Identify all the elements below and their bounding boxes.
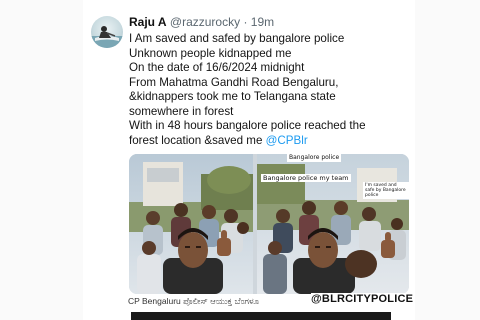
tweet-timestamp[interactable]: 19m	[251, 15, 274, 29]
bottom-subtitle-strip	[131, 312, 391, 320]
tweet-line: somewhere in forest	[129, 104, 234, 118]
tweet-card: Raju A @razzurocky · 19m I Am saved and …	[83, 0, 415, 320]
mention-link[interactable]: @CPBlr	[266, 134, 308, 147]
group-photo-left-image	[129, 154, 253, 294]
right-margin	[415, 0, 480, 320]
group-photo-left[interactable]	[129, 154, 253, 294]
police-caption: CP Bengaluru ಪೊಲೀಸ್ ಆಯುಕ್ತ ಬೆಂಗಳೂ	[128, 296, 259, 306]
tweet-line: From Mahatma Gandhi Road Bengaluru,	[129, 75, 339, 89]
tweet-line: I Am saved and safed by bangalore police	[129, 32, 345, 45]
tweet-line: On the date of 16/6/2024 midnight	[129, 61, 305, 74]
tweet-line: Unknown people kidnapped me	[129, 46, 292, 60]
user-handle[interactable]: @razzurocky	[170, 15, 240, 29]
user-avatar[interactable]	[91, 16, 123, 48]
separator-dot: ·	[243, 15, 248, 29]
tweet-line: forest location &saved me	[129, 133, 263, 147]
watermark-handle: @BLRCITYPOLICE	[311, 293, 414, 305]
tweet-line: With in 48 hours bangalore police reache…	[129, 119, 366, 132]
profile-avatar-icon	[91, 26, 123, 48]
overlay-caption-team: Bangalore police my team	[261, 174, 351, 182]
display-name[interactable]: Raju A	[129, 15, 167, 29]
left-margin	[0, 0, 83, 320]
tweet-line-last: forest location &saved me @CPBlr	[129, 134, 411, 149]
tweet-header: Raju A @razzurocky · 19m	[129, 15, 274, 29]
overlay-caption-top: Bangalore police	[287, 154, 342, 162]
group-photo-right[interactable]: Bangalore police Bangalore police my tea…	[257, 154, 409, 294]
tweet-media[interactable]: Bangalore police Bangalore police my tea…	[129, 154, 409, 294]
tweet-text: I Am saved and safed by bangalore police…	[129, 32, 411, 148]
overlay-caption-small: I'm saved and safe by Bangalore police	[363, 182, 409, 199]
tweet-line: &kidnappers took me to Telangana state	[129, 90, 336, 103]
